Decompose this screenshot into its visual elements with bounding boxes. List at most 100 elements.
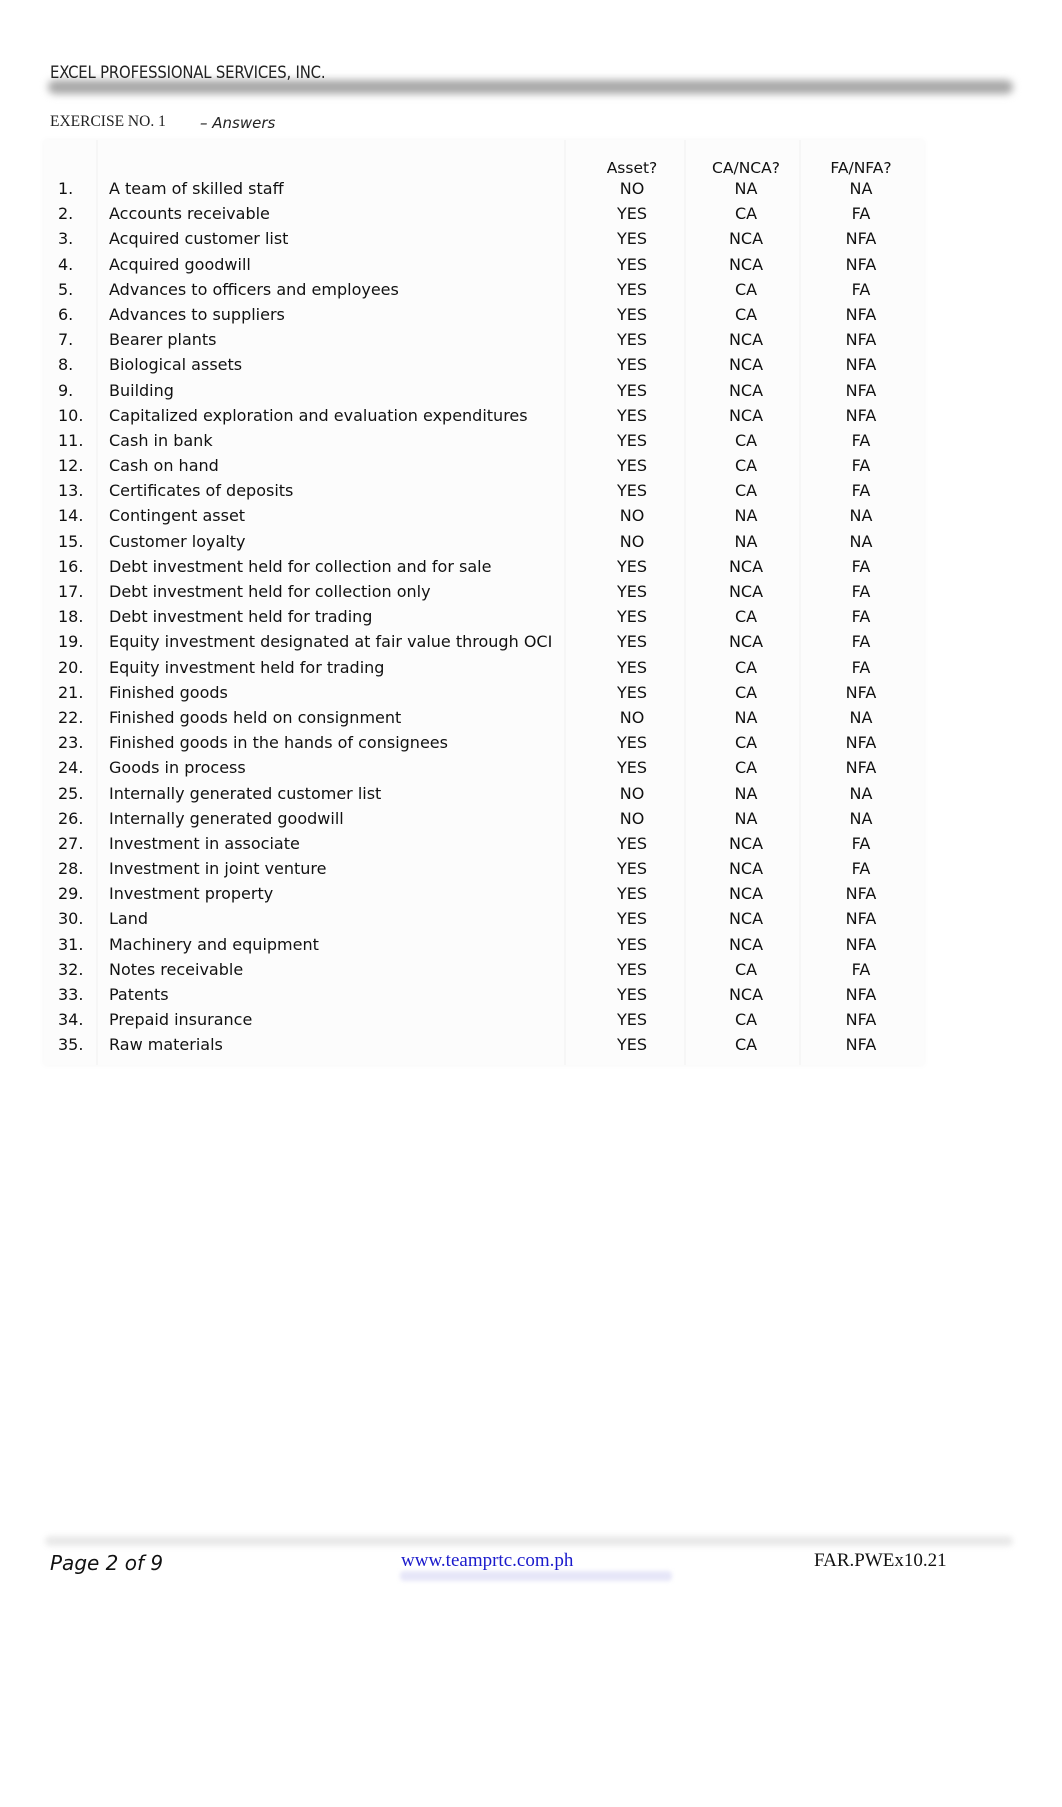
row-fa-nfa: FA bbox=[851, 430, 871, 450]
row-item: Investment in associate bbox=[109, 833, 300, 853]
row-fa-nfa: NA bbox=[849, 808, 873, 828]
row-ca-nca: NCA bbox=[728, 909, 764, 929]
row-ca-nca: CA bbox=[734, 959, 758, 979]
table-row: 17. Debt investment held for collection o… bbox=[0, 581, 1062, 606]
column-header-fa-nfa: FA/NFA? bbox=[830, 159, 892, 177]
row-item: Finished goods held on consignment bbox=[109, 707, 402, 727]
row-asset: YES bbox=[616, 1010, 648, 1030]
row-number: 26. bbox=[58, 808, 84, 828]
row-number: 14. bbox=[58, 506, 84, 526]
row-asset: YES bbox=[616, 279, 648, 299]
table-row: 33. Patents YES NCA NFA bbox=[0, 984, 1062, 1009]
row-asset: YES bbox=[616, 204, 648, 224]
row-asset: YES bbox=[616, 632, 648, 652]
row-item: Biological assets bbox=[109, 355, 243, 375]
row-ca-nca: NCA bbox=[728, 254, 764, 274]
row-item: Finished goods bbox=[109, 682, 228, 702]
row-asset: YES bbox=[616, 758, 648, 778]
footer-rule bbox=[45, 1536, 1013, 1546]
row-number: 34. bbox=[58, 1010, 84, 1030]
table-row: 22. Finished goods held on consignment NO N… bbox=[0, 707, 1062, 732]
row-ca-nca: CA bbox=[734, 279, 758, 299]
row-asset: NO bbox=[619, 707, 645, 727]
row-fa-nfa: NFA bbox=[845, 1035, 877, 1055]
row-number: 13. bbox=[58, 481, 84, 501]
row-asset: YES bbox=[616, 909, 648, 929]
table-row: 10. Capitalized exploration and evaluatio… bbox=[0, 405, 1062, 430]
row-asset: YES bbox=[616, 959, 648, 979]
row-item: Customer loyalty bbox=[109, 531, 246, 551]
row-item: Internally generated customer list bbox=[109, 783, 382, 803]
row-asset: YES bbox=[616, 682, 648, 702]
row-ca-nca: CA bbox=[734, 430, 758, 450]
row-asset: YES bbox=[616, 254, 648, 274]
row-item: Equity investment held for trading bbox=[109, 657, 385, 677]
row-ca-nca: NCA bbox=[728, 556, 764, 576]
row-asset: YES bbox=[616, 229, 648, 249]
row-ca-nca: NA bbox=[734, 179, 758, 198]
row-item: Certificates of deposits bbox=[109, 481, 294, 501]
row-ca-nca: CA bbox=[734, 657, 758, 677]
row-ca-nca: NCA bbox=[728, 985, 764, 1004]
row-fa-nfa: FA bbox=[851, 632, 871, 652]
table-row: 26. Internally generated goodwill NO NA NA bbox=[0, 808, 1062, 833]
link-highlight bbox=[400, 1571, 672, 1581]
row-ca-nca: NCA bbox=[728, 934, 764, 954]
row-number: 28. bbox=[58, 859, 84, 879]
row-fa-nfa: NA bbox=[849, 783, 873, 803]
row-number: 24. bbox=[58, 758, 84, 778]
row-asset: YES bbox=[616, 884, 648, 904]
row-fa-nfa: FA bbox=[851, 833, 871, 853]
table-row: 4. Acquired goodwill YES NCA NFA bbox=[0, 254, 1062, 279]
row-item: Advances to officers and employees bbox=[109, 279, 399, 299]
table-row: 20. Equity investment held for trading YES… bbox=[0, 657, 1062, 682]
row-fa-nfa: NFA bbox=[845, 304, 877, 324]
row-ca-nca: CA bbox=[734, 304, 758, 324]
row-fa-nfa: FA bbox=[851, 959, 871, 979]
row-item: Patents bbox=[109, 985, 169, 1004]
row-item: Cash on hand bbox=[109, 456, 219, 476]
row-item: Notes receivable bbox=[109, 959, 244, 979]
row-ca-nca: NA bbox=[734, 531, 758, 551]
table-row: 29. Investment property YES NCA NFA bbox=[0, 883, 1062, 908]
table-row: 1. A team of skilled staff NO NA NA bbox=[0, 178, 1062, 203]
row-number: 31. bbox=[58, 934, 84, 954]
row-ca-nca: NCA bbox=[728, 833, 764, 853]
row-fa-nfa: NA bbox=[849, 531, 873, 551]
row-asset: YES bbox=[616, 380, 648, 400]
table-row: 9. Building YES NCA NFA bbox=[0, 380, 1062, 405]
row-fa-nfa: FA bbox=[851, 279, 871, 299]
row-number: 22. bbox=[58, 707, 84, 727]
row-ca-nca: NCA bbox=[728, 355, 764, 375]
row-item: Building bbox=[109, 380, 174, 400]
row-number: 2. bbox=[58, 204, 74, 224]
table-row: 34. Prepaid insurance YES CA NFA bbox=[0, 1009, 1062, 1034]
row-item: Contingent asset bbox=[109, 506, 246, 526]
row-item: Raw materials bbox=[109, 1035, 223, 1055]
row-asset: YES bbox=[616, 934, 648, 954]
row-asset: YES bbox=[616, 405, 648, 425]
table-row: 18. Debt investment held for trading YES CA… bbox=[0, 606, 1062, 631]
row-asset: NO bbox=[619, 783, 645, 803]
row-fa-nfa: FA bbox=[851, 456, 871, 476]
row-fa-nfa: NFA bbox=[845, 758, 877, 778]
row-ca-nca: NCA bbox=[728, 582, 764, 601]
row-fa-nfa: NFA bbox=[845, 934, 877, 954]
row-ca-nca: NA bbox=[734, 808, 758, 828]
row-fa-nfa: NFA bbox=[845, 682, 877, 702]
row-ca-nca: CA bbox=[734, 1010, 758, 1030]
row-ca-nca: NCA bbox=[728, 859, 764, 879]
table-row: 13. Certificates of deposits YES CA FA bbox=[0, 480, 1062, 505]
row-item: Cash in bank bbox=[109, 430, 213, 450]
table-row: 31. Machinery and equipment YES NCA NFA bbox=[0, 934, 1062, 959]
row-asset: YES bbox=[616, 582, 648, 601]
row-fa-nfa: NA bbox=[849, 179, 873, 198]
website-link[interactable]: www.teamprtc.com.ph bbox=[401, 1550, 573, 1572]
row-item: Bearer plants bbox=[109, 330, 217, 350]
row-number: 23. bbox=[58, 733, 84, 753]
column-header-ca-nca: CA/NCA? bbox=[712, 159, 780, 177]
row-ca-nca: NCA bbox=[728, 330, 764, 350]
row-number: 17. bbox=[58, 582, 84, 601]
row-fa-nfa: NFA bbox=[845, 355, 877, 375]
row-number: 25. bbox=[58, 783, 84, 803]
